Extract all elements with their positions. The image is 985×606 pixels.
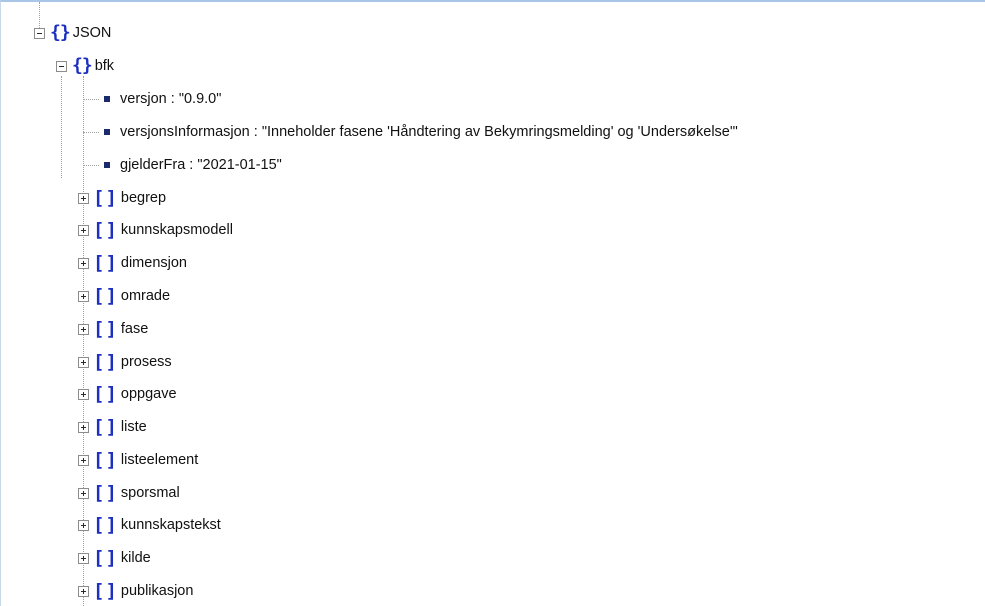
expand-icon[interactable]: [78, 421, 89, 433]
value-icon: [104, 129, 110, 135]
expand-icon[interactable]: [78, 224, 89, 236]
value-icon: [104, 162, 110, 168]
tree-node-label: kunnskapstekst: [120, 517, 221, 533]
expand-icon[interactable]: [78, 552, 89, 564]
array-icon: []: [93, 448, 118, 471]
tree-node-label: oppgave: [120, 386, 177, 402]
tree-node-value[interactable]: versjonsInformasjon : "Inneholder fasene…: [104, 116, 738, 148]
tree-node-bfk[interactable]: {} bfk: [56, 50, 114, 82]
tree-node-array[interactable]: [] kilde: [78, 542, 151, 574]
tree-node-array[interactable]: [] liste: [78, 411, 147, 443]
tree-node-label: bfk: [94, 58, 115, 74]
tree-node-array[interactable]: [] oppgave: [78, 378, 177, 410]
tree-connector: [83, 165, 99, 166]
array-icon: []: [93, 251, 118, 274]
json-tree: {} JSON {} bfk versjon : "0.9.0" versjon…: [1, 2, 985, 606]
tree-node-label: versjon : "0.9.0": [120, 91, 222, 107]
expand-icon[interactable]: [78, 192, 89, 204]
tree-connector: [83, 99, 99, 100]
tree-node-label: begrep: [120, 190, 167, 206]
tree-node-value[interactable]: versjon : "0.9.0": [104, 83, 221, 115]
tree-node-label: kilde: [120, 550, 151, 566]
expand-icon[interactable]: [78, 356, 89, 368]
tree-node-array[interactable]: [] listeelement: [78, 444, 198, 476]
expand-icon[interactable]: [78, 388, 89, 400]
array-icon: []: [93, 350, 118, 373]
tree-node-array[interactable]: [] begrep: [78, 182, 166, 214]
array-icon: []: [93, 284, 118, 307]
tree-node-array[interactable]: [] omrade: [78, 280, 170, 312]
tree-node-label: sporsmal: [120, 485, 180, 501]
value-icon: [104, 96, 110, 102]
expand-icon[interactable]: [78, 454, 89, 466]
tree-node-array[interactable]: [] kunnskapsmodell: [78, 214, 233, 246]
tree-node-array[interactable]: [] sporsmal: [78, 477, 180, 509]
tree-node-array[interactable]: [] publikasjon: [78, 575, 193, 606]
collapse-icon[interactable]: [34, 27, 45, 39]
tree-connector: [83, 132, 99, 133]
tree-node-root[interactable]: {} JSON: [34, 17, 111, 49]
expand-icon[interactable]: [78, 323, 89, 335]
tree-node-array[interactable]: [] dimensjon: [78, 247, 187, 279]
array-icon: []: [93, 317, 118, 340]
expand-icon[interactable]: [78, 519, 89, 531]
array-icon: []: [93, 415, 118, 438]
tree-node-label: JSON: [72, 25, 112, 41]
collapse-icon[interactable]: [56, 60, 67, 72]
tree-node-label: liste: [120, 419, 147, 435]
expand-icon[interactable]: [78, 257, 89, 269]
array-icon: []: [93, 513, 118, 536]
tree-node-label: gjelderFra : "2021-01-15": [120, 157, 282, 173]
expand-icon[interactable]: [78, 585, 89, 597]
tree-node-label: versjonsInformasjon : "Inneholder fasene…: [120, 124, 738, 140]
tree-node-label: dimensjon: [120, 255, 187, 271]
array-icon: []: [93, 382, 118, 405]
tree-node-label: prosess: [120, 354, 172, 370]
array-icon: []: [93, 186, 118, 209]
tree-node-value[interactable]: gjelderFra : "2021-01-15": [104, 149, 282, 181]
tree-node-label: listeelement: [120, 452, 199, 468]
expand-icon[interactable]: [78, 487, 89, 499]
array-icon: []: [93, 579, 118, 602]
expand-icon[interactable]: [78, 290, 89, 302]
tree-node-array[interactable]: [] fase: [78, 313, 148, 345]
object-icon: {}: [50, 22, 71, 43]
tree-node-label: publikasjon: [120, 583, 194, 599]
json-tree-viewer: {} JSON {} bfk versjon : "0.9.0" versjon…: [0, 0, 985, 606]
tree-node-label: omrade: [120, 288, 171, 304]
tree-connector: [61, 76, 62, 178]
tree-node-array[interactable]: [] prosess: [78, 346, 172, 378]
tree-node-array[interactable]: [] kunnskapstekst: [78, 509, 221, 541]
array-icon: []: [93, 481, 118, 504]
tree-node-label: kunnskapsmodell: [120, 222, 233, 238]
object-icon: {}: [72, 55, 93, 76]
array-icon: []: [93, 218, 118, 241]
tree-node-label: fase: [120, 321, 149, 337]
array-icon: []: [93, 546, 118, 569]
